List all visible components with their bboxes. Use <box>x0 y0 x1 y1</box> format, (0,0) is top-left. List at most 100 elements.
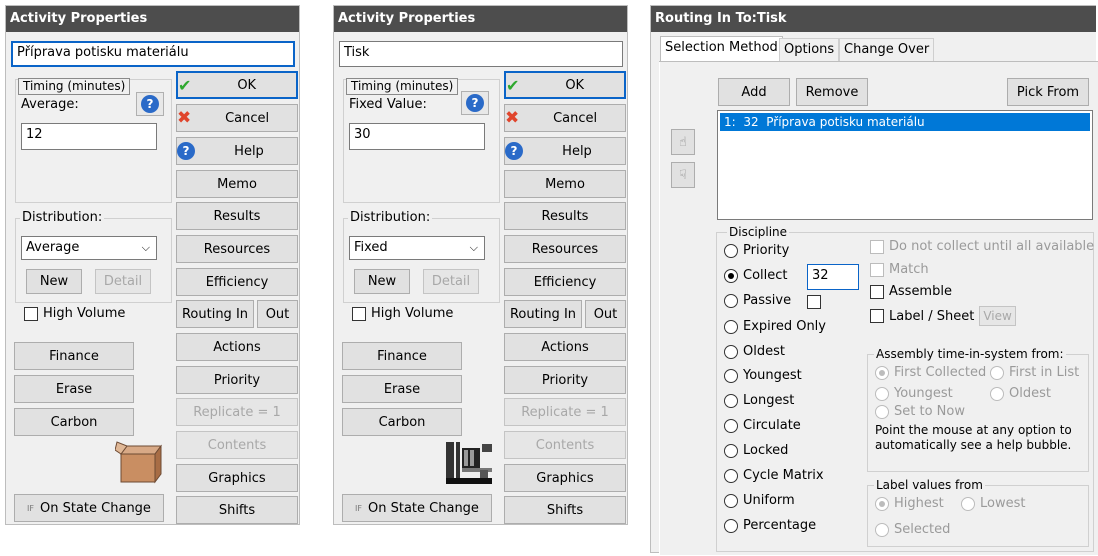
new-distribution-button[interactable]: New <box>26 269 82 294</box>
efficiency-button[interactable]: Efficiency <box>504 268 626 296</box>
add-button[interactable]: Add <box>718 78 790 106</box>
view-button[interactable]: View <box>979 306 1016 326</box>
high-volume-label: High Volume <box>371 306 454 321</box>
erase-button[interactable]: Erase <box>342 375 462 403</box>
detail-button[interactable]: Detail <box>95 269 151 294</box>
oldest-assembly-radio[interactable]: Oldest <box>990 386 1051 401</box>
discipline-option-uniform[interactable]: Uniform <box>724 493 795 508</box>
ok-button[interactable]: ✔ OK <box>176 71 298 99</box>
tab-selection-method[interactable]: Selection Method <box>660 36 783 62</box>
selected-radio[interactable]: Selected <box>875 522 950 537</box>
actions-button[interactable]: Actions <box>504 333 626 361</box>
routing-list[interactable]: 1: 32 Příprava potisku materiálu <box>717 110 1093 220</box>
contents-button[interactable]: Contents <box>504 431 626 459</box>
graphics-button[interactable]: Graphics <box>504 464 626 492</box>
list-item[interactable]: 1: 32 Příprava potisku materiálu <box>720 113 1090 131</box>
remove-button[interactable]: Remove <box>796 78 868 106</box>
discipline-option-cycle-matrix[interactable]: Cycle Matrix <box>724 468 824 483</box>
graphics-button[interactable]: Graphics <box>176 464 298 492</box>
erase-button[interactable]: Erase <box>14 375 134 403</box>
routing-out-button[interactable]: Out <box>585 300 626 328</box>
collect-quantity-input[interactable]: 32 <box>807 264 859 290</box>
highest-radio[interactable]: Highest <box>875 496 944 511</box>
discipline-option-label: Uniform <box>743 493 795 508</box>
discipline-option-longest[interactable]: Longest <box>724 393 794 408</box>
tab-options[interactable]: Options <box>779 38 840 62</box>
average-value-input[interactable]: 12 <box>21 123 157 150</box>
distribution-select[interactable]: Average ⌵ <box>21 236 157 260</box>
finance-button[interactable]: Finance <box>14 342 134 370</box>
memo-button[interactable]: Memo <box>504 170 626 198</box>
help-button[interactable]: ? Help <box>504 137 626 165</box>
activity-name-input[interactable]: Tisk <box>339 41 623 67</box>
discipline-option-youngest[interactable]: Youngest <box>724 368 802 383</box>
discipline-option-priority[interactable]: Priority <box>724 243 789 258</box>
discipline-option-collect[interactable]: Collect <box>724 268 788 283</box>
discipline-option-circulate[interactable]: Circulate <box>724 418 801 433</box>
on-state-change-button[interactable]: IF On State Change <box>14 494 164 522</box>
discipline-option-percentage[interactable]: Percentage <box>724 518 816 533</box>
first-collected-radio[interactable]: First Collected <box>875 365 986 380</box>
discipline-option-locked[interactable]: Locked <box>724 443 788 458</box>
assemble-checkbox[interactable]: Assemble <box>870 284 952 299</box>
finance-button[interactable]: Finance <box>342 342 462 370</box>
cancel-button[interactable]: ✖ Cancel <box>504 104 626 132</box>
distribution-label: Distribution: <box>348 210 433 225</box>
help-icon[interactable]: ? <box>461 91 489 115</box>
carbon-button[interactable]: Carbon <box>342 408 462 436</box>
move-up-button[interactable]: ☝ <box>671 129 695 155</box>
actions-button[interactable]: Actions <box>176 333 298 361</box>
replicate-button[interactable]: Replicate = 1 <box>504 398 626 426</box>
help-label: Help <box>562 143 592 159</box>
contents-button[interactable]: Contents <box>176 431 298 459</box>
help-button[interactable]: ? Help <box>176 137 298 165</box>
tab-change-over[interactable]: Change Over <box>839 38 935 62</box>
label-sheet-label: Label / Sheet <box>889 308 975 324</box>
if-icon: IF <box>27 503 35 513</box>
results-button[interactable]: Results <box>504 202 626 230</box>
high-volume-checkbox[interactable]: High Volume <box>24 306 125 321</box>
activity-properties-dialog-2: Activity Properties Tisk Timing (minutes… <box>333 5 628 525</box>
help-icon[interactable]: ? <box>136 92 164 116</box>
label-sheet-checkbox[interactable]: Label / Sheet View <box>870 306 1016 326</box>
routing-in-button[interactable]: Routing In <box>176 300 254 328</box>
cancel-button[interactable]: ✖ Cancel <box>176 104 298 132</box>
radio-button <box>724 418 738 433</box>
priority-button[interactable]: Priority <box>176 366 298 394</box>
discipline-option-oldest[interactable]: Oldest <box>724 344 785 359</box>
memo-button[interactable]: Memo <box>176 170 298 198</box>
carbon-button[interactable]: Carbon <box>14 408 134 436</box>
lowest-radio[interactable]: Lowest <box>961 496 1025 511</box>
discipline-option-expired-only[interactable]: Expired Only <box>724 319 826 334</box>
replicate-button[interactable]: Replicate = 1 <box>176 398 298 426</box>
routing-out-button[interactable]: Out <box>257 300 298 328</box>
passive-checkbox[interactable] <box>807 295 821 309</box>
detail-button[interactable]: Detail <box>423 269 479 294</box>
distribution-select[interactable]: Fixed ⌵ <box>349 236 485 260</box>
timing-label: Timing (minutes) <box>346 78 459 95</box>
match-checkbox[interactable]: Match <box>870 262 929 277</box>
shifts-button[interactable]: Shifts <box>504 496 626 524</box>
set-to-now-radio[interactable]: Set to Now <box>875 404 965 419</box>
do-not-collect-checkbox[interactable]: Do not collect until all available <box>870 239 1094 254</box>
new-distribution-button[interactable]: New <box>354 269 410 294</box>
activity-name-input[interactable]: Příprava potisku materiálu <box>11 41 295 67</box>
ok-button[interactable]: ✔ OK <box>504 71 626 99</box>
fixed-value-input[interactable]: 30 <box>349 123 485 150</box>
resources-button[interactable]: Resources <box>176 235 298 263</box>
results-button[interactable]: Results <box>176 202 298 230</box>
move-down-button[interactable]: ☟ <box>671 162 695 188</box>
efficiency-button[interactable]: Efficiency <box>176 268 298 296</box>
youngest-assembly-radio[interactable]: Youngest <box>875 386 953 401</box>
shifts-button[interactable]: Shifts <box>176 496 298 524</box>
discipline-option-passive[interactable]: Passive <box>724 293 791 308</box>
first-in-list-radio[interactable]: First in List <box>990 365 1079 380</box>
high-volume-checkbox[interactable]: High Volume <box>352 306 453 321</box>
routing-in-button[interactable]: Routing In <box>504 300 582 328</box>
dialog-title: Activity Properties <box>334 6 627 32</box>
on-state-change-button[interactable]: IF On State Change <box>342 494 492 522</box>
discipline-option-label: Oldest <box>743 344 785 359</box>
resources-button[interactable]: Resources <box>504 235 626 263</box>
priority-button[interactable]: Priority <box>504 366 626 394</box>
pick-from-button[interactable]: Pick From <box>1007 78 1089 106</box>
